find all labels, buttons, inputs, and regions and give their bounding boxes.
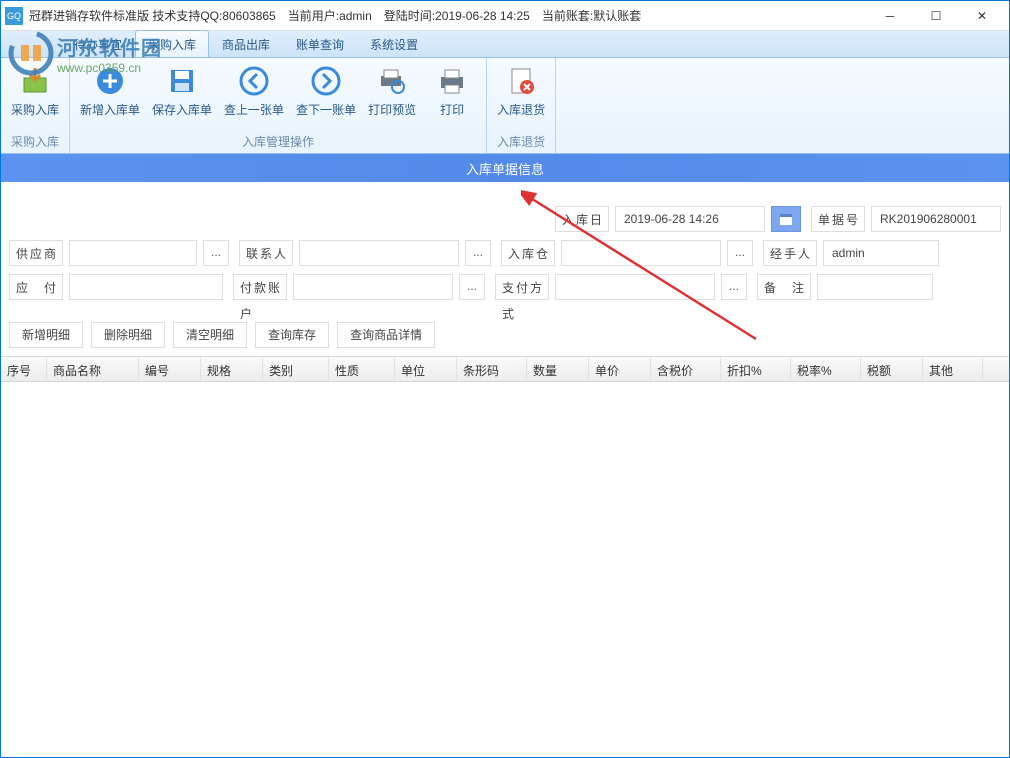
col-other[interactable]: 其他: [923, 357, 983, 381]
app-title: 冠群进销存软件标准版 技术支持QQ:80603865: [29, 7, 276, 24]
col-unit[interactable]: 单位: [395, 357, 457, 381]
warehouse-input[interactable]: [561, 240, 721, 266]
col-taxr[interactable]: 税率%: [791, 357, 861, 381]
next-doc-button[interactable]: 查下一账单: [290, 61, 362, 131]
col-disc[interactable]: 折扣%: [721, 357, 791, 381]
close-button[interactable]: ✕: [959, 1, 1005, 31]
contact-input[interactable]: [299, 240, 459, 266]
warehouse-label: 入库仓库: [501, 240, 555, 266]
watermark-text: 河东软件园: [57, 32, 162, 61]
print-button[interactable]: 打印: [422, 61, 482, 131]
account-lookup-button[interactable]: ...: [459, 274, 485, 300]
watermark-url: www.pc0359.cn: [57, 61, 162, 75]
query-stock-button[interactable]: 查询库存: [255, 322, 329, 348]
date-picker-button[interactable]: [771, 206, 801, 232]
col-tax[interactable]: 含税价: [651, 357, 721, 381]
query-product-button[interactable]: 查询商品详情: [337, 322, 435, 348]
account-label: 付款账户: [233, 274, 287, 300]
watermark-icon: [7, 29, 55, 77]
contact-lookup-button[interactable]: ...: [465, 240, 491, 266]
title-bar: GQ 冠群进销存软件标准版 技术支持QQ:80603865 当前用户:admin…: [1, 1, 1009, 31]
handler-label: 经手人: [763, 240, 817, 266]
supplier-lookup-button[interactable]: ...: [203, 240, 229, 266]
paymode-lookup-button[interactable]: ...: [721, 274, 747, 300]
print-preview-button[interactable]: 打印预览: [362, 61, 422, 131]
login-time: 登陆时间:2019-06-28 14:25: [384, 7, 530, 24]
save-icon: [164, 63, 200, 99]
return-button[interactable]: 入库退货: [491, 61, 551, 131]
col-qty[interactable]: 数量: [527, 357, 589, 381]
form-area: 入库日期 单据号 供应商... 联系人... 入库仓库... 经手人 应 付 付…: [1, 182, 1009, 318]
add-detail-button[interactable]: 新增明细: [9, 322, 83, 348]
col-bar[interactable]: 条形码: [457, 357, 527, 381]
section-header: 入库单据信息: [1, 154, 1009, 182]
col-name[interactable]: 商品名称: [47, 357, 139, 381]
warehouse-lookup-button[interactable]: ...: [727, 240, 753, 266]
date-input[interactable]: [615, 206, 765, 232]
grid-header: 序号 商品名称 编号 规格 类别 性质 单位 条形码 数量 单价 含税价 折扣%…: [1, 356, 1009, 382]
print-preview-icon: [374, 63, 410, 99]
pay-label: 应 付: [9, 274, 63, 300]
remark-input[interactable]: [817, 274, 933, 300]
col-cat[interactable]: 类别: [263, 357, 329, 381]
maximize-button[interactable]: ☐: [913, 1, 959, 31]
col-price[interactable]: 单价: [589, 357, 651, 381]
doc-delete-icon: [503, 63, 539, 99]
app-icon: GQ: [5, 7, 23, 25]
arrow-right-circle-icon: [308, 63, 344, 99]
pay-input[interactable]: [69, 274, 223, 300]
col-seq[interactable]: 序号: [1, 357, 47, 381]
tab-bill-query[interactable]: 账单查询: [283, 30, 357, 57]
remark-label: 备 注: [757, 274, 811, 300]
supplier-label: 供应商: [9, 240, 63, 266]
clear-detail-button[interactable]: 清空明细: [173, 322, 247, 348]
prev-doc-button[interactable]: 查上一张单: [218, 61, 290, 131]
account-input[interactable]: [293, 274, 453, 300]
handler-input[interactable]: [823, 240, 939, 266]
docno-input[interactable]: [871, 206, 1001, 232]
printer-icon: [434, 63, 470, 99]
arrow-left-circle-icon: [236, 63, 272, 99]
col-kind[interactable]: 性质: [329, 357, 395, 381]
col-taxa[interactable]: 税额: [861, 357, 923, 381]
col-spec[interactable]: 规格: [201, 357, 263, 381]
minimize-button[interactable]: ─: [867, 1, 913, 31]
ribbon-group-return: 入库退货 入库退货: [487, 58, 556, 153]
col-code[interactable]: 编号: [139, 357, 201, 381]
docno-label: 单据号: [811, 206, 865, 232]
paymode-label: 支付方式: [495, 274, 549, 300]
supplier-input[interactable]: [69, 240, 197, 266]
watermark: 河东软件园 www.pc0359.cn: [7, 29, 162, 77]
tab-goods-out[interactable]: 商品出库: [209, 30, 283, 57]
date-label: 入库日期: [555, 206, 609, 232]
ledger: 当前账套:默认账套: [542, 7, 641, 24]
delete-detail-button[interactable]: 删除明细: [91, 322, 165, 348]
paymode-input[interactable]: [555, 274, 715, 300]
tab-settings[interactable]: 系统设置: [357, 30, 431, 57]
user-label: 当前用户:admin: [288, 7, 372, 24]
contact-label: 联系人: [239, 240, 293, 266]
